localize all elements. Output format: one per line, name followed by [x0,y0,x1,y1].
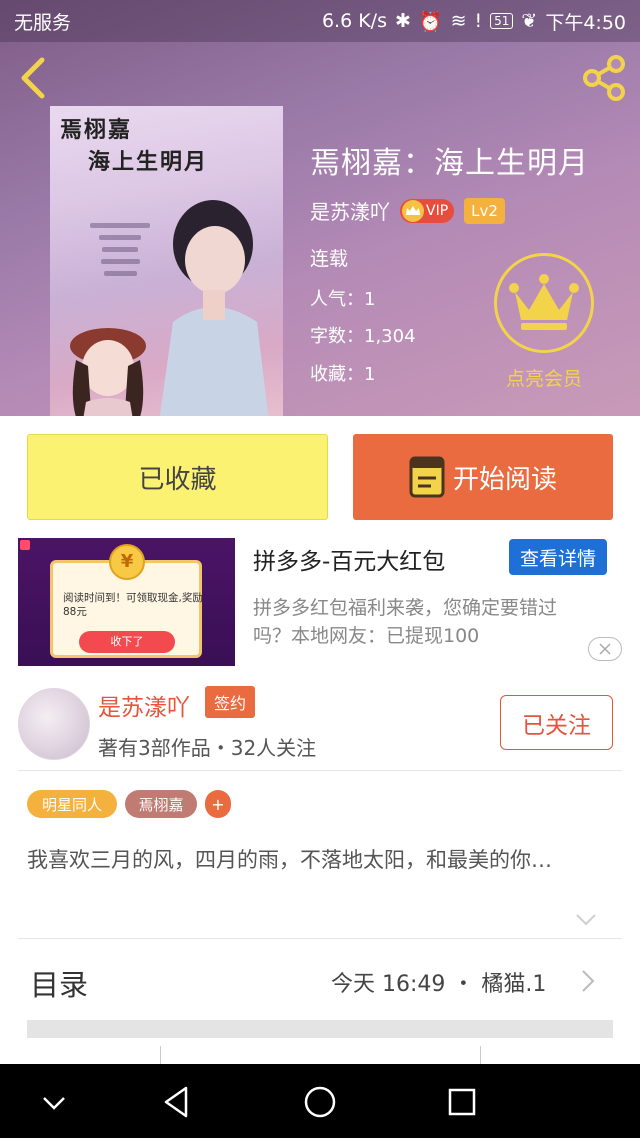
divider [18,938,622,939]
ad-close-button[interactable] [588,637,622,661]
back-arrow-icon[interactable] [14,54,54,102]
ad-image[interactable]: 阅读时间到！可领取现金,奖励88元 收下了 ¥ [18,538,235,666]
signed-badge: 签约 [205,686,256,718]
divider [18,770,622,771]
chevron-right-icon[interactable] [580,968,596,994]
ad-title[interactable]: 拼多多-百元大红包 [253,542,445,576]
book-cover[interactable]: 焉栩嘉 海上生明月 [50,106,283,416]
author-avatar[interactable] [18,688,90,760]
follow-button-label: 已关注 [522,712,591,739]
toc-latest-update[interactable]: 今天 16:49 ・ 橘猫.1 [331,966,546,998]
chevron-down-icon[interactable] [574,912,598,928]
alarm-icon: ⏰ [418,10,443,33]
battery-icon: 51 [490,13,514,29]
wifi-icon: ≋ [450,10,467,32]
system-nav-bar [0,1064,640,1138]
cover-title-line1: 焉栩嘉 [60,117,133,143]
book-header: 无服务 6.6 K/s ✱ ⏰ ≋ ! 51 ❦ 下午4:50 焉栩嘉 海上生明… [0,0,640,416]
close-icon [599,643,611,655]
vip-badge: VIP [400,198,455,223]
level-badge: Lv2 [464,197,505,224]
book-status: 连载 [310,248,349,270]
book-author-line: 是苏漾吖 VIP Lv2 [310,196,505,225]
network-speed: 6.6 K/s [321,10,387,32]
cover-boy-illustration [159,200,269,416]
coin-icon: ¥ [109,544,145,580]
status-right: 6.6 K/s ✱ ⏰ ≋ ! 51 ❦ 下午4:50 [322,8,626,35]
share-icon[interactable] [580,54,628,102]
crown-icon [509,274,579,330]
ad-detail-label: 查看详情 [519,547,596,570]
add-tag-button[interactable]: + [205,790,231,818]
tag-item[interactable]: 明星同人 [27,790,117,818]
vip-label: VIP [426,202,449,219]
start-reading-button[interactable]: 开始阅读 [353,434,613,520]
ad-detail-button[interactable]: 查看详情 [509,539,607,575]
ad-description[interactable]: 拼多多红包福利来袭，您确定要错过吗？本地网友：已提现100 [253,594,583,650]
book-popularity: 人气：1 [310,289,376,310]
tag-item[interactable]: 焉栩嘉 [125,790,197,818]
book-summary: 我喜欢三月的风，四月的雨，不落地太阳，和最美的你… [27,848,552,872]
bluetooth-icon: ✱ [394,10,411,32]
nav-recents-icon[interactable] [442,1082,482,1122]
book-favorites: 收藏：1 [310,364,376,385]
ad-corner-tag [20,540,30,550]
leaf-icon: ❦ [521,10,538,32]
author-name[interactable]: 是苏漾吖 [98,688,190,722]
ad-card-text: 阅读时间到！可领取现金,奖励88元 [63,592,203,618]
nav-home-icon[interactable] [300,1082,340,1122]
favorite-button-label: 已收藏 [138,464,217,495]
clock-text: 下午4:50 [545,11,626,34]
favorite-button[interactable]: 已收藏 [27,434,328,520]
section-separator [27,1020,613,1038]
cover-text-lines [90,216,150,283]
book-author[interactable]: 是苏漾吖 [310,196,390,225]
nav-back-icon[interactable] [158,1082,198,1122]
alert-icon: ! [474,10,483,32]
toc-label[interactable]: 目录 [30,962,88,1004]
start-reading-label: 开始阅读 [452,464,557,495]
follow-button[interactable]: 已关注 [500,695,613,750]
cover-title-line2: 海上生明月 [88,149,209,175]
carrier-text: 无服务 [14,11,72,34]
partial-tab-row [0,1046,640,1064]
status-bar: 无服务 6.6 K/s ✱ ⏰ ≋ ! 51 ❦ 下午4:50 [0,0,640,42]
vip-member-label[interactable]: 点亮会员 [490,364,598,391]
crown-small-icon [402,199,424,222]
book-title: 焉栩嘉：海上生明月 [310,146,589,181]
nav-hide-icon[interactable] [34,1082,74,1122]
ad-card-button: 收下了 [79,631,175,653]
book-icon [409,456,445,498]
vip-member-button[interactable] [494,253,594,353]
author-meta: 著有3部作品・32人关注 [98,736,317,760]
book-word-count: 字数：1,304 [310,326,416,347]
cover-girl-illustration [70,328,146,416]
